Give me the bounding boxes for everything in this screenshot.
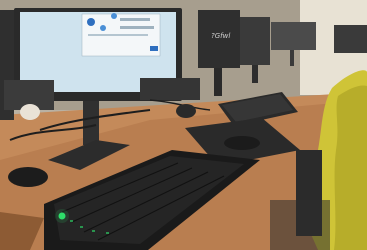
headset (176, 104, 196, 118)
screen-icon (87, 18, 95, 26)
office-photo: ?Gfwl (0, 0, 367, 250)
photo-canvas: ?Gfwl (0, 0, 367, 250)
monitor-logo-text: ?Gfwl (211, 32, 230, 40)
screen-line (120, 26, 154, 29)
key-glow (92, 230, 95, 232)
key-glow (106, 232, 109, 234)
screen-icon-2 (100, 25, 106, 31)
monitor-stand (290, 50, 294, 66)
screen-line (120, 18, 150, 21)
screen-icon-3 (111, 13, 117, 19)
mouse-icon (224, 136, 260, 150)
wall-screen (334, 25, 367, 53)
gamepad (8, 167, 48, 187)
glow-halo (55, 209, 69, 223)
monitor-back (271, 22, 316, 50)
chair-shadow (334, 85, 367, 250)
screen-line (88, 34, 148, 36)
monitor-stand (83, 101, 99, 145)
monitor-stand (252, 65, 258, 83)
key-glow (70, 220, 73, 222)
bg-equipment (140, 78, 200, 100)
cup (20, 104, 40, 120)
monitor-stand (214, 68, 222, 96)
monitor-back (240, 17, 270, 65)
key-glow (80, 226, 83, 228)
screen-button (150, 46, 158, 51)
under-desk-shadow (270, 200, 330, 250)
